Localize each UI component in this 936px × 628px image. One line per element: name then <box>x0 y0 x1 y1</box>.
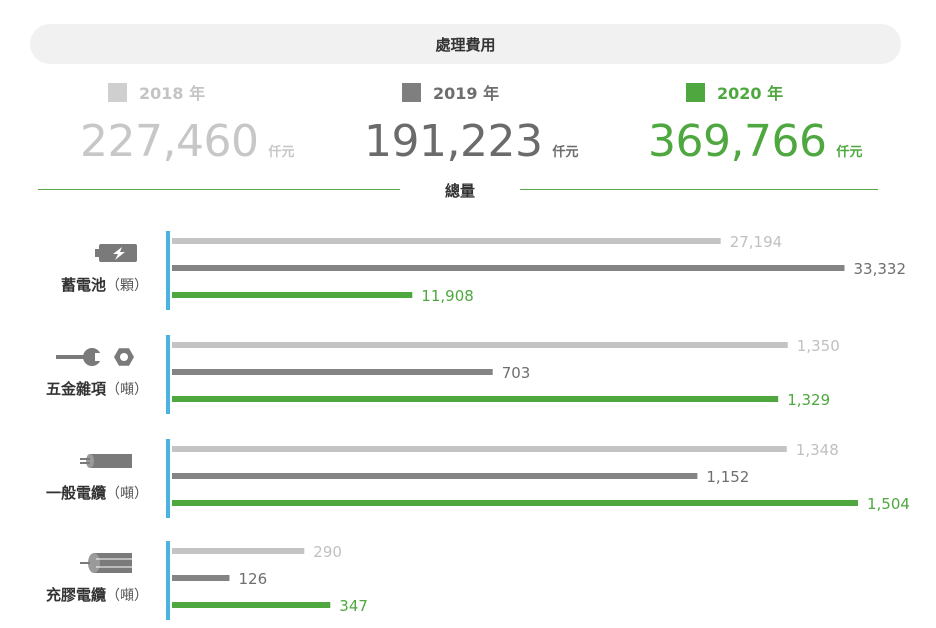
category-name: 蓄電池 <box>61 276 106 294</box>
category-unit: （噸） <box>106 486 148 502</box>
bar-value-label: 126 <box>239 570 268 588</box>
cable-body <box>90 454 132 468</box>
bar-2019年 <box>172 575 230 581</box>
category-group: 蓄電池（顆） 27,194 33,332 11,908 <box>61 231 906 310</box>
bar-value-label: 11,908 <box>421 287 474 305</box>
category-name: 五金雜項 <box>46 380 107 398</box>
category-name: 一般電纜 <box>46 484 106 502</box>
category-label: 五金雜項（噸） <box>46 380 148 398</box>
category-axis <box>166 541 170 620</box>
bar-value-label: 27,194 <box>730 233 783 251</box>
category-label: 充膠電纜（噸） <box>46 586 148 604</box>
bar-value-label: 347 <box>339 597 368 615</box>
bar-value-label: 1,152 <box>706 468 749 486</box>
bar-value-label: 1,329 <box>787 391 830 409</box>
nut-hole <box>120 353 128 361</box>
battery-icon <box>95 244 137 262</box>
gel-cable-icon <box>80 553 132 573</box>
bar-2020年 <box>172 500 858 506</box>
category-group: 一般電纜（噸） 1,348 1,152 1,504 <box>46 439 910 518</box>
bar-2019年 <box>172 369 493 375</box>
category-axis <box>166 439 170 518</box>
battery-terminal <box>95 249 99 257</box>
bar-2020年 <box>172 602 331 608</box>
category-label: 一般電纜（噸） <box>46 484 148 502</box>
category-unit: （噸） <box>106 382 148 398</box>
cable-end <box>86 454 94 468</box>
bar-2020年 <box>172 292 413 298</box>
category-group: 五金雜項（噸） 1,350 703 1,329 <box>46 335 840 414</box>
bar-2018年 <box>172 446 787 452</box>
bar-2018年 <box>172 342 788 348</box>
bar-2018年 <box>172 238 721 244</box>
total-volume-chart: 蓄電池（顆）27,19433,33211,908五金雜項（噸）1,3507031… <box>46 231 910 620</box>
wrench-bolt-icon <box>56 348 134 366</box>
category-unit: （噸） <box>106 588 148 604</box>
category-name: 充膠電纜 <box>46 586 106 604</box>
bar-value-label: 1,504 <box>867 495 910 513</box>
category-axis <box>166 231 170 310</box>
bar-value-label: 1,348 <box>796 441 839 459</box>
bar-value-label: 1,350 <box>797 337 840 355</box>
category-group: 充膠電纜（噸） 290 126 347 <box>46 541 368 620</box>
wrench-jaw <box>95 353 104 361</box>
bar-2019年 <box>172 473 698 479</box>
bar-2019年 <box>172 265 845 271</box>
category-axis <box>166 335 170 414</box>
category-unit: （顆） <box>106 278 148 294</box>
category-label: 蓄電池（顆） <box>61 276 148 294</box>
bar-2020年 <box>172 396 779 402</box>
cable-icon <box>80 454 132 468</box>
bar-2018年 <box>172 548 305 554</box>
bar-value-label: 290 <box>313 543 342 561</box>
bar-value-label: 33,332 <box>854 260 907 278</box>
bar-value-label: 703 <box>502 364 531 382</box>
